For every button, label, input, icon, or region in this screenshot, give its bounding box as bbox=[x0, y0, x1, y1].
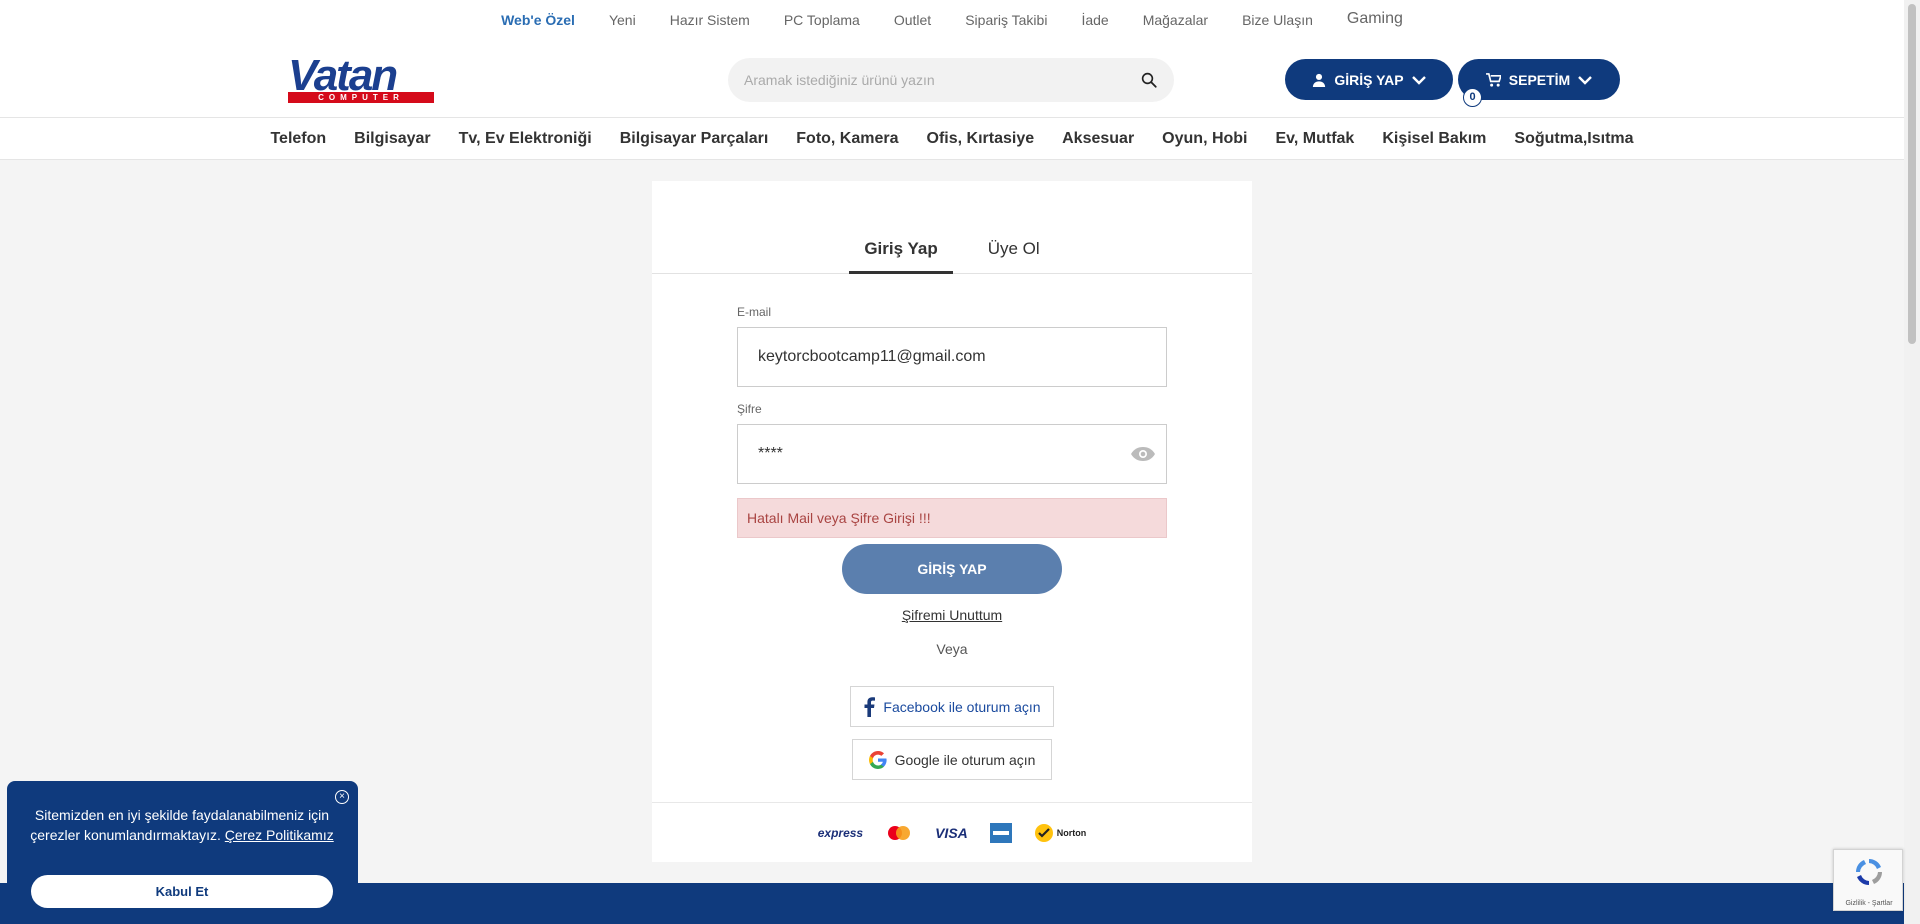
category-sogutma-isitma[interactable]: Soğutma,Isıtma bbox=[1514, 130, 1633, 148]
top-link-iade[interactable]: İade bbox=[1081, 12, 1108, 28]
chevron-down-icon bbox=[1411, 75, 1426, 85]
recaptcha-text[interactable]: Gizlilik - Şartlar bbox=[1834, 900, 1904, 907]
cookie-banner: × Sitemizden en iyi şekilde faydalanabil… bbox=[7, 781, 358, 924]
top-link-magazalar[interactable]: Mağazalar bbox=[1143, 12, 1208, 28]
email-field bbox=[737, 327, 1167, 387]
troy-express-logo: express bbox=[817, 825, 864, 840]
search-input[interactable] bbox=[744, 58, 1124, 102]
site-header: Web'e Özel Yeni Hazır Sistem PC Toplama … bbox=[0, 0, 1904, 160]
cart-icon bbox=[1485, 72, 1501, 87]
logo-word: Vatan bbox=[288, 51, 398, 100]
category-kisisel-bakim[interactable]: Kişisel Bakım bbox=[1382, 130, 1486, 148]
tab-register[interactable]: Üye Ol bbox=[973, 231, 1055, 274]
search-icon[interactable] bbox=[1140, 71, 1158, 89]
cookie-accept-button[interactable]: Kabul Et bbox=[31, 875, 333, 908]
auth-tabs: Giriş Yap Üye Ol bbox=[652, 231, 1252, 274]
category-oyun-hobi[interactable]: Oyun, Hobi bbox=[1162, 130, 1247, 148]
top-link-pc-toplama[interactable]: PC Toplama bbox=[784, 12, 860, 28]
amex-logo bbox=[989, 822, 1012, 843]
login-menu-button[interactable]: GİRİŞ YAP bbox=[1285, 59, 1453, 100]
google-icon bbox=[868, 750, 887, 769]
email-input[interactable] bbox=[758, 328, 1138, 386]
top-link-siparis-takibi[interactable]: Sipariş Takibi bbox=[965, 12, 1047, 28]
cart-count-badge: 0 bbox=[1463, 88, 1482, 107]
category-tv-ev-elektronigi[interactable]: Tv, Ev Elektroniği bbox=[459, 130, 592, 148]
facebook-login-button[interactable]: Facebook ile oturum açın bbox=[850, 686, 1054, 727]
top-links: Web'e Özel Yeni Hazır Sistem PC Toplama … bbox=[0, 10, 1904, 28]
category-telefon[interactable]: Telefon bbox=[270, 130, 326, 148]
page-scrollbar[interactable] bbox=[1904, 0, 1920, 924]
login-submit-button[interactable]: GİRİŞ YAP bbox=[842, 544, 1062, 594]
category-aksesuar[interactable]: Aksesuar bbox=[1062, 130, 1134, 148]
scrollbar-thumb[interactable] bbox=[1908, 4, 1916, 344]
email-label: E-mail bbox=[737, 305, 772, 319]
vatan-logo[interactable]: Vatan COMPUTER bbox=[288, 51, 434, 104]
eye-icon[interactable] bbox=[1130, 445, 1156, 463]
cart-button[interactable]: SEPETİM bbox=[1458, 59, 1620, 100]
recaptcha-badge[interactable]: Gizlilik - Şartlar bbox=[1833, 849, 1903, 911]
cart-label: SEPETİM bbox=[1508, 71, 1571, 88]
password-label: Şifre bbox=[737, 402, 762, 416]
norton-text: Norton bbox=[1056, 827, 1087, 838]
google-login-button[interactable]: Google ile oturum açın bbox=[852, 739, 1052, 780]
login-menu-label: GİRİŞ YAP bbox=[1334, 71, 1404, 88]
login-error-alert: Hatalı Mail veya Şifre Girişi !!! bbox=[737, 498, 1167, 538]
top-link-bize-ulasin[interactable]: Bize Ulaşın bbox=[1242, 12, 1313, 28]
forgot-password-link[interactable]: Şifremi Unuttum bbox=[652, 607, 1252, 623]
cookie-message: Sitemizden en iyi şekilde faydalanabilme… bbox=[27, 805, 337, 845]
category-ofis-kirtasiye[interactable]: Ofis, Kırtasiye bbox=[927, 130, 1035, 148]
facebook-login-label: Facebook ile oturum açın bbox=[883, 698, 1041, 715]
norton-secured-logo: Norton bbox=[1034, 823, 1087, 843]
recaptcha-icon bbox=[1856, 859, 1882, 885]
category-nav: Telefon Bilgisayar Tv, Ev Elektroniği Bi… bbox=[0, 117, 1904, 160]
tab-login[interactable]: Giriş Yap bbox=[849, 231, 953, 274]
top-link-outlet[interactable]: Outlet bbox=[894, 12, 931, 28]
password-input[interactable] bbox=[758, 425, 1138, 483]
facebook-icon bbox=[864, 696, 876, 717]
or-divider-text: Veya bbox=[936, 641, 968, 657]
close-icon[interactable]: × bbox=[335, 790, 349, 804]
login-panel: Giriş Yap Üye Ol E-mail Şifre Hatalı Mai… bbox=[652, 181, 1252, 862]
mastercard-logo bbox=[888, 825, 911, 840]
check-icon bbox=[1034, 823, 1053, 842]
password-field bbox=[737, 424, 1167, 484]
payment-logos: express VISA Norton bbox=[652, 802, 1252, 862]
category-bilgisayar-parcalari[interactable]: Bilgisayar Parçaları bbox=[620, 130, 769, 148]
chevron-down-icon bbox=[1578, 75, 1593, 85]
category-bilgisayar[interactable]: Bilgisayar bbox=[354, 130, 430, 148]
category-ev-mutfak[interactable]: Ev, Mutfak bbox=[1276, 130, 1355, 148]
user-icon bbox=[1313, 73, 1326, 87]
category-foto-kamera[interactable]: Foto, Kamera bbox=[796, 130, 898, 148]
top-link-gaming[interactable]: Gaming bbox=[1347, 10, 1403, 28]
cookie-policy-link[interactable]: Çerez Politikamız bbox=[225, 827, 334, 843]
google-login-label: Google ile oturum açın bbox=[894, 751, 1036, 768]
top-link-webe-ozel[interactable]: Web'e Özel bbox=[501, 12, 575, 28]
visa-logo: VISA bbox=[935, 824, 968, 841]
top-link-yeni[interactable]: Yeni bbox=[609, 12, 636, 28]
logo-subtitle: COMPUTER bbox=[288, 92, 434, 103]
top-link-hazir-sistem[interactable]: Hazır Sistem bbox=[670, 12, 750, 28]
search-box bbox=[728, 58, 1174, 102]
